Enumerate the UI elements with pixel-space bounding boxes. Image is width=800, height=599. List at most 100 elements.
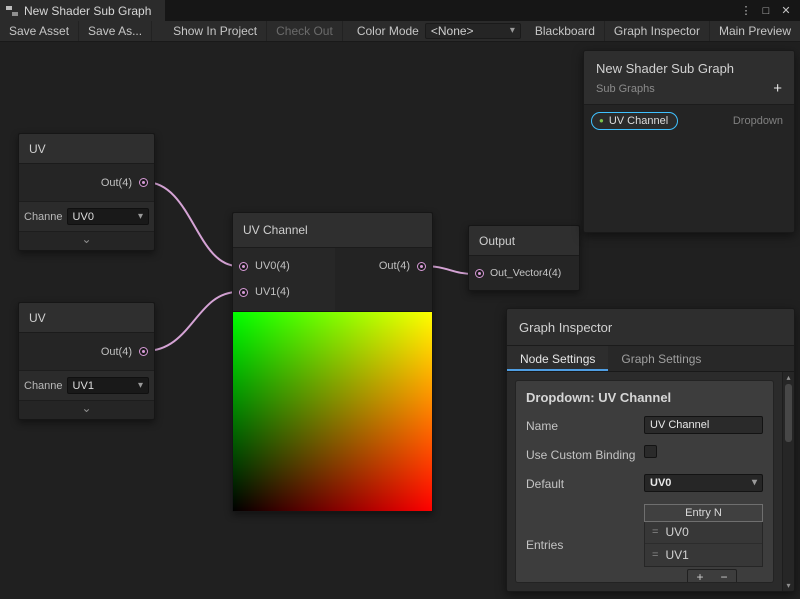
list-item[interactable]: = UV0 (645, 522, 762, 544)
color-mode-value: <None> (431, 24, 474, 38)
blackboard-subtitle: Sub Graphs (596, 83, 782, 95)
input-port-row: UV0(4) (239, 256, 290, 276)
node-title[interactable]: UV Channel (233, 213, 432, 248)
use-custom-binding-label: Use Custom Binding (526, 445, 644, 463)
add-entry-button[interactable]: + (688, 570, 712, 583)
edge-uv0-to-uvchannel[interactable] (145, 182, 238, 266)
node-collapse-button[interactable]: ⌄ (19, 400, 154, 419)
channel-dropdown[interactable]: UV1 ▾ (67, 377, 149, 394)
entries-label: Entries (526, 535, 644, 553)
scrollbar-thumb[interactable] (785, 384, 792, 442)
default-label: Default (526, 474, 644, 492)
node-title[interactable]: UV (19, 303, 154, 333)
blackboard-toggle-button[interactable]: Blackboard (526, 21, 605, 41)
blackboard-item-type: Dropdown (733, 115, 787, 127)
main-preview-toggle-button[interactable]: Main Preview (710, 21, 800, 41)
color-mode-label: Color Mode (343, 21, 425, 41)
chevron-down-icon: ▾ (752, 478, 757, 488)
channel-control-row: Channe UV1 ▾ (19, 370, 154, 400)
check-out-button: Check Out (267, 21, 343, 41)
tab-graph-settings[interactable]: Graph Settings (608, 346, 714, 371)
blackboard-header[interactable]: New Shader Sub Graph Sub Graphs + (584, 51, 794, 105)
channel-dropdown[interactable]: UV0 ▾ (67, 208, 149, 225)
node-output[interactable]: Output Out_Vector4(4) (468, 225, 580, 291)
save-asset-button[interactable]: Save Asset (0, 21, 79, 41)
scroll-down-icon[interactable]: ▾ (783, 581, 794, 590)
port-label: Out(4) (101, 177, 132, 189)
use-custom-binding-row: Use Custom Binding (526, 445, 763, 463)
remove-entry-button[interactable]: − (712, 570, 736, 583)
blackboard-item-name: UV Channel (609, 115, 668, 127)
node-uv-channel[interactable]: UV Channel UV0(4) UV1(4) Out(4) (232, 212, 433, 512)
window-controls: ⋮ □ ✕ (738, 0, 800, 21)
entry-value: UV0 (665, 525, 688, 539)
default-value: UV0 (650, 477, 671, 489)
use-custom-binding-checkbox[interactable] (644, 445, 657, 458)
chevron-down-icon: ▾ (138, 212, 143, 222)
tab-node-settings[interactable]: Node Settings (507, 346, 608, 371)
port-label: UV0(4) (255, 260, 290, 272)
uv-bottom-out-port[interactable] (139, 347, 148, 356)
channel-value: UV1 (73, 380, 94, 392)
graph-inspector-panel: Graph Inspector Node Settings Graph Sett… (506, 308, 795, 592)
node-uv-top[interactable]: UV Out(4) Channe UV0 ▾ ⌄ (18, 133, 155, 251)
node-title[interactable]: Output (469, 226, 579, 256)
graph-inspector-toggle-button[interactable]: Graph Inspector (605, 21, 710, 41)
uv-channel-out-port[interactable] (417, 262, 426, 271)
entries-list-footer: + − (644, 569, 763, 583)
kebab-menu-icon[interactable]: ⋮ (738, 4, 754, 17)
channel-label: Channe (24, 380, 63, 392)
default-field-row: Default UV0 ▾ (526, 474, 763, 492)
name-label: Name (526, 416, 644, 434)
blackboard-item-row[interactable]: ● UV Channel Dropdown (591, 112, 787, 130)
edge-uv1-to-uvchannel[interactable] (145, 292, 238, 351)
name-input[interactable] (644, 416, 763, 434)
close-icon[interactable]: ✕ (778, 4, 794, 17)
output-port-row: Out(4) (379, 256, 426, 276)
input-port-row: Out_Vector4(4) (469, 256, 579, 290)
tab-title: New Shader Sub Graph (24, 4, 151, 18)
tab-new-shader-sub-graph[interactable]: New Shader Sub Graph (0, 0, 165, 21)
uv-channel-in1-port[interactable] (239, 288, 248, 297)
port-label: UV1(4) (255, 286, 290, 298)
uv-channel-in0-port[interactable] (239, 262, 248, 271)
output-in-port[interactable] (475, 269, 484, 278)
node-ports-body: UV0(4) UV1(4) Out(4) (233, 248, 432, 311)
name-field-row: Name (526, 416, 763, 434)
node-title[interactable]: UV (19, 134, 154, 164)
blackboard-body: ● UV Channel Dropdown (584, 105, 794, 233)
channel-control-row: Channe UV0 ▾ (19, 201, 154, 231)
entries-list: = UV0 = UV1 (644, 522, 763, 567)
uv-top-out-port[interactable] (139, 178, 148, 187)
graph-inspector-title[interactable]: Graph Inspector (507, 309, 794, 346)
drag-handle-icon[interactable]: = (652, 549, 658, 561)
list-item[interactable]: = UV1 (645, 544, 762, 566)
graph-toolbar: Save Asset Save As... Show In Project Ch… (0, 21, 800, 42)
default-dropdown[interactable]: UV0 ▾ (644, 474, 763, 492)
show-in-project-button[interactable]: Show In Project (164, 21, 267, 41)
node-uv-bottom[interactable]: UV Out(4) Channe UV1 ▾ ⌄ (18, 302, 155, 420)
color-mode-dropdown[interactable]: <None> ▾ (425, 23, 521, 39)
uv-channel-preview (233, 311, 432, 511)
drag-handle-icon[interactable]: = (652, 526, 658, 538)
input-port-row: UV1(4) (239, 282, 290, 302)
blackboard-item-pill[interactable]: ● UV Channel (591, 112, 678, 130)
toolbar-spacer (152, 21, 164, 41)
section-title: Dropdown: UV Channel (526, 390, 763, 405)
chevron-down-icon: ▾ (138, 381, 143, 391)
port-label: Out_Vector4(4) (490, 267, 561, 279)
entry-value: UV1 (665, 548, 688, 562)
add-property-button[interactable]: + (773, 81, 782, 96)
node-collapse-button[interactable]: ⌄ (19, 231, 154, 250)
save-as-button[interactable]: Save As... (79, 21, 152, 41)
channel-label: Channe (24, 211, 63, 223)
scroll-up-icon[interactable]: ▴ (783, 373, 794, 382)
blackboard-panel: New Shader Sub Graph Sub Graphs + ● UV C… (583, 50, 795, 233)
graph-canvas[interactable]: UV Out(4) Channe UV0 ▾ ⌄ UV Out(4) (0, 42, 800, 599)
maximize-icon[interactable]: □ (758, 5, 774, 17)
blackboard-title: New Shader Sub Graph (596, 61, 782, 76)
inspector-scrollbar[interactable]: ▴ ▾ (782, 372, 794, 591)
entries-list-header: Entry N (644, 504, 763, 522)
output-port-row: Out(4) (19, 333, 154, 370)
port-label: Out(4) (379, 260, 410, 272)
